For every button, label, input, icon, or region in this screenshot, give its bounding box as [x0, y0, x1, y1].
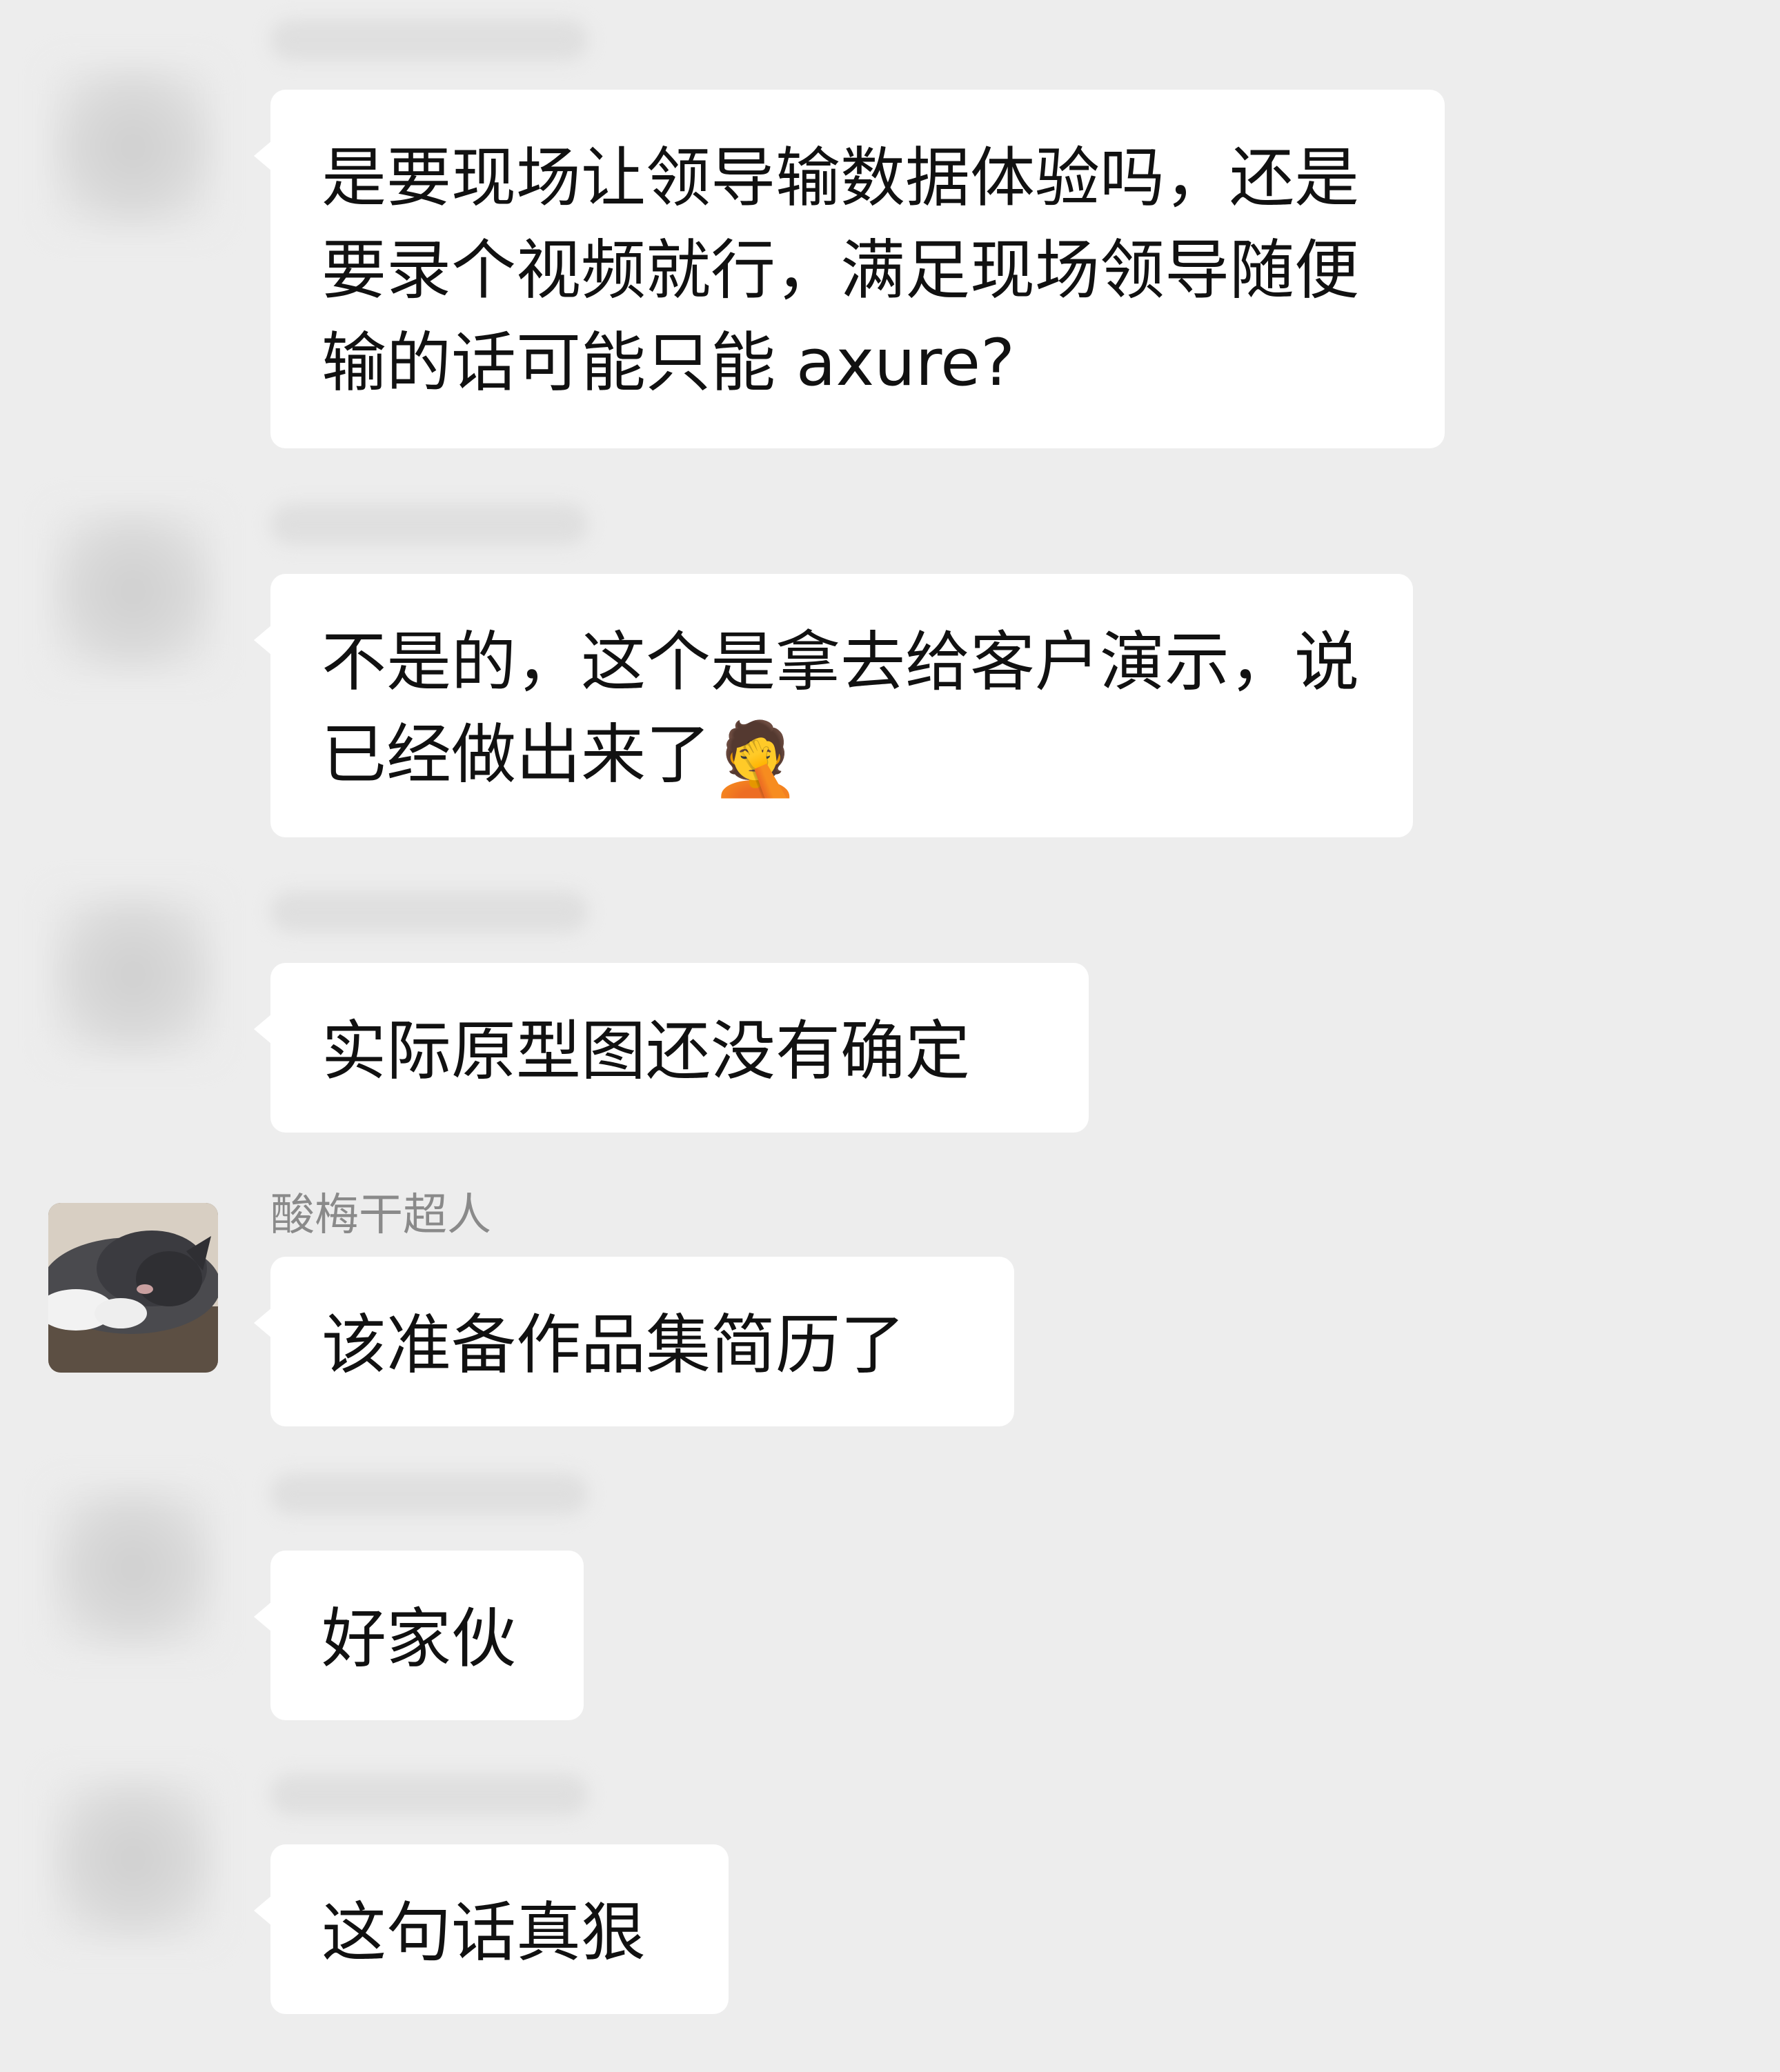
message-text: 是要现场让领导输数据体验吗，还是要录个视频就行，满足现场领导随便输的话可能只能 … — [322, 141, 1360, 401]
avatar[interactable] — [48, 1203, 218, 1373]
message-bubble[interactable]: 是要现场让领导输数据体验吗，还是要录个视频就行，满足现场领导随便输的话可能只能 … — [254, 90, 1445, 448]
sender-name — [270, 1473, 588, 1515]
sender-name — [270, 1774, 588, 1815]
sender-name — [270, 19, 588, 61]
message-bubble[interactable]: 不是的，这个是拿去给客户演示，说已经做出来了🤦 — [254, 574, 1413, 837]
message-text: 好家伙 — [322, 1602, 517, 1677]
message-bubble[interactable]: 该准备作品集简历了 — [254, 1257, 1014, 1426]
avatar[interactable] — [48, 506, 218, 676]
sender-name: 酸梅干超人 — [270, 1190, 491, 1241]
avatar[interactable] — [48, 1483, 218, 1653]
avatar[interactable] — [48, 62, 218, 232]
avatar[interactable] — [48, 1774, 218, 1944]
cat-avatar-image — [48, 1203, 218, 1373]
avatar[interactable] — [48, 890, 218, 1059]
message-text: 该准备作品集简历了 — [322, 1308, 906, 1383]
message-bubble[interactable]: 这句话真狠 — [254, 1844, 729, 2014]
sender-name — [270, 891, 588, 933]
message-bubble[interactable]: 好家伙 — [254, 1551, 584, 1720]
message-bubble[interactable]: 实际原型图还没有确定 — [254, 963, 1089, 1133]
message-text: 实际原型图还没有确定 — [322, 1014, 971, 1089]
message-text: 这句话真狠 — [322, 1895, 646, 1971]
message-text: 不是的，这个是拿去给客户演示，说已经做出来了 — [322, 625, 1360, 793]
sender-name — [270, 504, 588, 545]
facepalm-emoji-icon: 🤦 — [711, 717, 800, 801]
